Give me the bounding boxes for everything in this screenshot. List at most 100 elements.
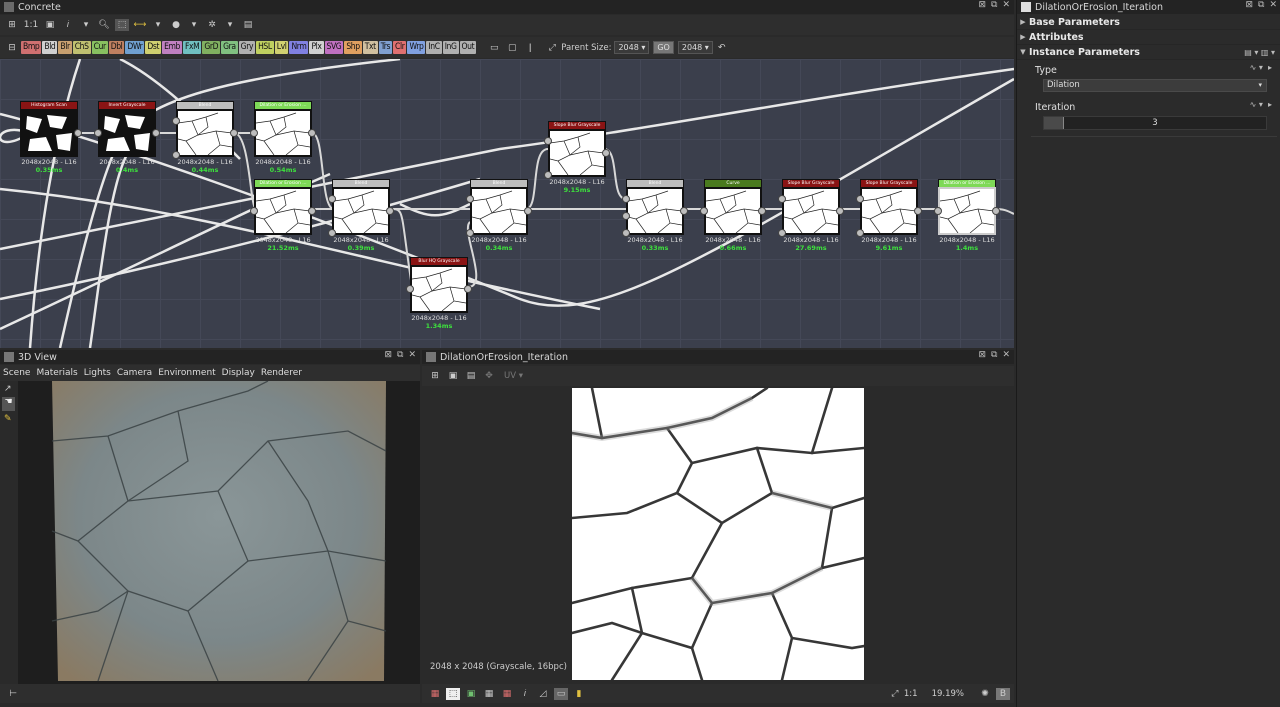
filter-chip-svg[interactable]: SVG xyxy=(324,41,344,54)
input-port[interactable] xyxy=(622,229,630,237)
output-port[interactable] xyxy=(464,285,472,293)
menu-display[interactable]: Display xyxy=(222,368,255,378)
param-function-icon[interactable]: ∿ ▾ ▸ xyxy=(1250,63,1272,72)
output-port[interactable] xyxy=(308,207,316,215)
graph-node[interactable]: Blend 2048x2048 - L16 0.39ms xyxy=(328,179,394,252)
input-port[interactable] xyxy=(778,195,786,203)
pin-node-icon[interactable]: ǀ xyxy=(523,42,537,54)
close-icon[interactable]: ✕ xyxy=(1002,350,1010,360)
camera-tool-icon[interactable]: ↗ xyxy=(4,384,14,394)
pin-icon[interactable]: ⊠ xyxy=(1245,0,1253,10)
input-port[interactable] xyxy=(328,195,336,203)
graph-node[interactable]: Invert Grayscale 2048x2048 - L16 0.4ms xyxy=(94,101,160,174)
graph-properties-icon[interactable]: ⊞ xyxy=(5,19,19,31)
close-icon[interactable]: ✕ xyxy=(1269,0,1277,10)
filter-chip-emb[interactable]: Emb xyxy=(162,41,183,54)
graph-node[interactable]: Dilation or Erosion ... 2048x2048 - L16 0.… xyxy=(250,101,316,174)
image-icon[interactable]: ▣ xyxy=(43,19,57,31)
param-function-icon[interactable]: ∿ ▾ ▸ xyxy=(1250,100,1272,109)
input-port[interactable] xyxy=(466,229,474,237)
filter-chip-plx[interactable]: Plx xyxy=(309,41,324,54)
channels-icon[interactable]: ▦ xyxy=(428,688,442,700)
node-graph-canvas[interactable]: Histogram Scan 2048x2048 - L16 0.35ms Inver… xyxy=(0,59,1014,348)
filter-chip-cur[interactable]: Cur xyxy=(91,41,108,54)
graph-node[interactable]: Blur HQ Grayscale 2048x2048 - L16 1.34ms xyxy=(406,257,472,330)
parent-size-select[interactable]: 2048 ▾ xyxy=(614,41,650,54)
zoom-ratio-button[interactable]: 1:1 xyxy=(23,19,39,31)
output-port[interactable] xyxy=(74,129,82,137)
output-port[interactable] xyxy=(386,207,394,215)
input-port[interactable] xyxy=(778,229,786,237)
view3d-viewport[interactable] xyxy=(18,380,420,686)
comment-icon[interactable]: ▤ xyxy=(241,19,255,31)
filter-chip-gra[interactable]: Gra xyxy=(221,41,238,54)
graph-node[interactable]: Slope Blur Grayscale 2048x2048 - L16 9.15m… xyxy=(544,121,610,194)
type-dropdown[interactable]: Dilation ▾ xyxy=(1043,79,1267,92)
graph-node[interactable]: Slope Blur Grayscale 2048x2048 - L16 9.61m… xyxy=(856,179,922,252)
info-icon[interactable]: 𝑖 xyxy=(518,688,532,700)
section-menu-icon[interactable]: ▤ ▾ ▥ ▾ xyxy=(1244,48,1275,57)
chevron-down-icon[interactable]: ▾ xyxy=(187,19,201,31)
rotate-tool-icon[interactable]: ☚ xyxy=(2,397,15,411)
filter-chip-inc[interactable]: InC xyxy=(426,41,442,54)
graph-node[interactable]: Histogram Scan 2048x2048 - L16 0.35ms xyxy=(20,101,82,174)
export-icon[interactable]: ⊞ xyxy=(428,370,442,382)
input-port[interactable] xyxy=(172,151,180,159)
filter-chip-out[interactable]: Out xyxy=(459,41,477,54)
chevron-down-icon[interactable]: ▾ xyxy=(79,19,93,31)
output-port[interactable] xyxy=(914,207,922,215)
input-port[interactable] xyxy=(94,129,102,137)
close-icon[interactable]: ✕ xyxy=(408,350,416,360)
output-port[interactable] xyxy=(602,149,610,157)
uv-select[interactable]: UV ▾ xyxy=(504,371,523,381)
normalize-icon[interactable]: ▭ xyxy=(554,687,568,700)
hierarchy-icon[interactable]: ⊢ xyxy=(6,688,20,700)
restore-icon[interactable]: ⧉ xyxy=(397,350,403,360)
input-port[interactable] xyxy=(250,207,258,215)
menu-environment[interactable]: Environment xyxy=(158,368,215,378)
pin-icon[interactable]: ⊠ xyxy=(978,0,986,10)
restore-icon[interactable]: ⧉ xyxy=(991,350,997,360)
save-image-icon[interactable]: ▣ xyxy=(446,370,460,382)
chevron-down-icon[interactable]: ▾ xyxy=(223,19,237,31)
menu-camera[interactable]: Camera xyxy=(117,368,152,378)
search-icon[interactable]: 🔍︎ xyxy=(97,19,111,31)
fit-icon[interactable]: ⤢ xyxy=(888,688,902,700)
graph-node[interactable]: Blend 2048x2048 - L16 0.44ms xyxy=(172,101,238,174)
output-port[interactable] xyxy=(836,207,844,215)
filter-chip-trs[interactable]: Trs xyxy=(378,41,393,54)
frame-node-icon[interactable]: ▢ xyxy=(505,42,519,54)
link-size-button[interactable]: GO xyxy=(653,41,674,54)
graph-node[interactable]: Dilation or Erosion ... 2048x2048 - L16 1.… xyxy=(934,179,1000,252)
input-port[interactable] xyxy=(622,195,630,203)
filter-chip-shp[interactable]: Shp xyxy=(344,41,362,54)
graph-node[interactable]: Curve 2048x2048 - L16 0.66ms xyxy=(700,179,766,252)
size-select[interactable]: 2048 ▾ xyxy=(677,41,713,54)
comment-bubble-icon[interactable]: ▭ xyxy=(487,42,501,54)
frame-icon[interactable]: ⬚ xyxy=(115,19,129,31)
undo-icon[interactable]: ↶ xyxy=(715,42,729,54)
pin-icon[interactable]: ⊠ xyxy=(384,350,392,360)
bake-icon[interactable]: ● xyxy=(169,19,183,31)
info-icon[interactable]: 𝑖 xyxy=(61,19,75,31)
input-port[interactable] xyxy=(544,171,552,179)
output-port[interactable] xyxy=(758,207,766,215)
input-port[interactable] xyxy=(934,207,942,215)
input-port[interactable] xyxy=(856,195,864,203)
output-port[interactable] xyxy=(680,207,688,215)
histogram-icon[interactable]: ◿ xyxy=(536,688,550,700)
filter-chip-fxm[interactable]: FxM xyxy=(183,41,202,54)
graph-node[interactable]: Blend 2048x2048 - L16 0.33ms xyxy=(622,179,688,252)
close-icon[interactable]: ✕ xyxy=(1002,0,1010,10)
graph-node[interactable]: Slope Blur Grayscale 2048x2048 - L16 27.69… xyxy=(778,179,844,252)
filter-chip-dwr[interactable]: DWr xyxy=(125,41,145,54)
chevron-down-icon[interactable]: ▾ xyxy=(151,19,165,31)
filter-chip-wrp[interactable]: Wrp xyxy=(407,41,426,54)
move-icon[interactable]: ✥ xyxy=(482,370,496,382)
restore-icon[interactable]: ⧉ xyxy=(991,0,997,10)
filter-chip-dst[interactable]: Dst xyxy=(145,41,162,54)
settings-icon[interactable]: ✲ xyxy=(205,19,219,31)
iteration-slider[interactable]: 3 xyxy=(1043,116,1267,130)
menu-materials[interactable]: Materials xyxy=(36,368,77,378)
output-port[interactable] xyxy=(524,207,532,215)
